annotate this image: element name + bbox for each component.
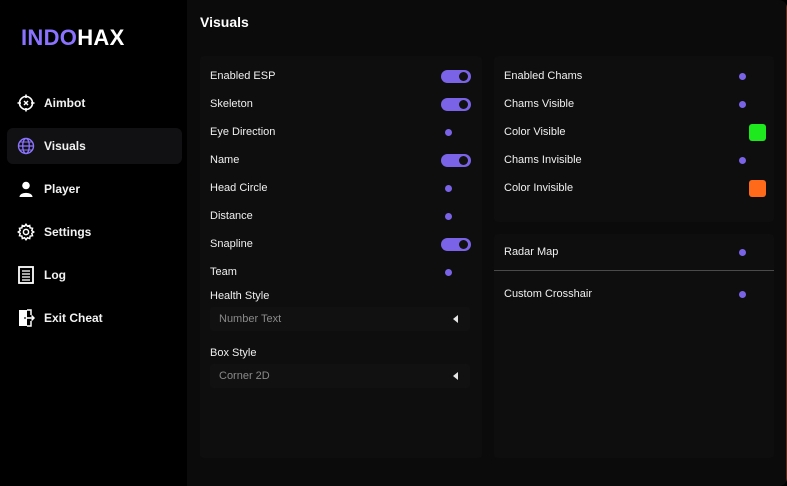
chams-row-color-visible: Color Visible (494, 123, 774, 143)
app-logo: INDOHAX (21, 25, 125, 51)
distance-toggle[interactable] (445, 213, 452, 220)
health-style-value: Number Text (219, 313, 282, 325)
row-label: Distance (210, 210, 253, 222)
enabled-chams-toggle[interactable] (739, 73, 746, 80)
esp-row-team: Team (200, 263, 482, 283)
row-label: Eye Direction (210, 126, 276, 138)
crosshair-icon (17, 94, 35, 112)
chams-row-chams-visible: Chams Visible (494, 95, 774, 115)
esp-panel: Enabled ESP Skeleton Eye Direction Name … (200, 56, 482, 458)
sidebar-item-exit-cheat[interactable]: Exit Cheat (7, 300, 182, 336)
row-label: Enabled Chams (504, 70, 583, 82)
sidebar: INDOHAX Aimbot Visuals Player Settings L… (0, 0, 187, 486)
row-label: Custom Crosshair (504, 288, 593, 300)
radar-map-toggle[interactable] (739, 249, 746, 256)
name-toggle[interactable] (441, 154, 471, 167)
team-toggle[interactable] (445, 269, 452, 276)
misc-row-custom-crosshair: Custom Crosshair (494, 285, 774, 305)
sidebar-item-log[interactable]: Log (7, 257, 182, 293)
chams-visible-toggle[interactable] (739, 101, 746, 108)
caret-left-icon (453, 315, 458, 323)
row-label: Color Invisible (504, 182, 574, 194)
divider (494, 270, 774, 271)
logo-rest: HAX (77, 25, 125, 50)
sidebar-item-player[interactable]: Player (7, 171, 182, 207)
row-label: Name (210, 154, 240, 166)
row-label: Color Visible (504, 126, 566, 138)
globe-icon (17, 137, 35, 155)
row-label: Skeleton (210, 98, 253, 110)
custom-crosshair-toggle[interactable] (739, 291, 746, 298)
misc-panel: Radar Map Custom Crosshair (494, 234, 774, 458)
chams-invisible-toggle[interactable] (739, 157, 746, 164)
health-style-label-row: Health Style (200, 287, 482, 307)
sidebar-item-aimbot[interactable]: Aimbot (7, 85, 182, 121)
esp-row-head-circle: Head Circle (200, 179, 482, 199)
row-label: Chams Visible (504, 98, 575, 110)
sidebar-item-label: Exit Cheat (44, 311, 103, 325)
row-label: Team (210, 266, 237, 278)
health-style-select[interactable]: Number Text (210, 307, 470, 331)
exit-door-icon (17, 309, 35, 327)
snapline-toggle[interactable] (441, 238, 471, 251)
sidebar-item-label: Aimbot (44, 96, 86, 110)
sidebar-item-visuals[interactable]: Visuals (7, 128, 182, 164)
enabled-esp-toggle[interactable] (441, 70, 471, 83)
user-icon (17, 180, 35, 198)
row-label: Head Circle (210, 182, 268, 194)
caret-left-icon (453, 372, 458, 380)
cheat-menu-window: INDOHAX Aimbot Visuals Player Settings L… (0, 0, 787, 486)
esp-row-skeleton: Skeleton (200, 95, 482, 115)
skeleton-toggle[interactable] (441, 98, 471, 111)
head-circle-toggle[interactable] (445, 185, 452, 192)
logo-accent: INDO (21, 25, 78, 50)
box-style-select[interactable]: Corner 2D (210, 364, 470, 388)
box-style-label: Box Style (210, 347, 257, 359)
esp-row-distance: Distance (200, 207, 482, 227)
row-label: Snapline (210, 238, 253, 250)
color-invisible-swatch[interactable] (749, 180, 766, 197)
color-visible-swatch[interactable] (749, 124, 766, 141)
eye-direction-toggle[interactable] (445, 129, 452, 136)
chams-row-enabled-chams: Enabled Chams (494, 67, 774, 87)
health-style-label: Health Style (210, 290, 270, 302)
row-label: Radar Map (504, 246, 559, 258)
sidebar-item-label: Log (44, 268, 66, 282)
chams-row-color-invisible: Color Invisible (494, 179, 774, 199)
sidebar-item-settings[interactable]: Settings (7, 214, 182, 250)
esp-row-eye-direction: Eye Direction (200, 123, 482, 143)
box-style-value: Corner 2D (219, 370, 270, 382)
sidebar-item-label: Settings (44, 225, 92, 239)
page-title: Visuals (200, 14, 249, 30)
misc-row-radar-map: Radar Map (494, 243, 774, 263)
document-icon (17, 266, 35, 284)
sidebar-item-label: Visuals (44, 139, 86, 153)
esp-row-name: Name (200, 151, 482, 171)
esp-row-snapline: Snapline (200, 235, 482, 255)
gear-icon (17, 223, 35, 241)
row-label: Chams Invisible (504, 154, 582, 166)
chams-panel: Enabled Chams Chams Visible Color Visibl… (494, 56, 774, 222)
box-style-label-row: Box Style (200, 344, 482, 364)
esp-row-enabled-esp: Enabled ESP (200, 67, 482, 87)
row-label: Enabled ESP (210, 70, 276, 82)
chams-row-chams-invisible: Chams Invisible (494, 151, 774, 171)
sidebar-item-label: Player (44, 182, 81, 196)
